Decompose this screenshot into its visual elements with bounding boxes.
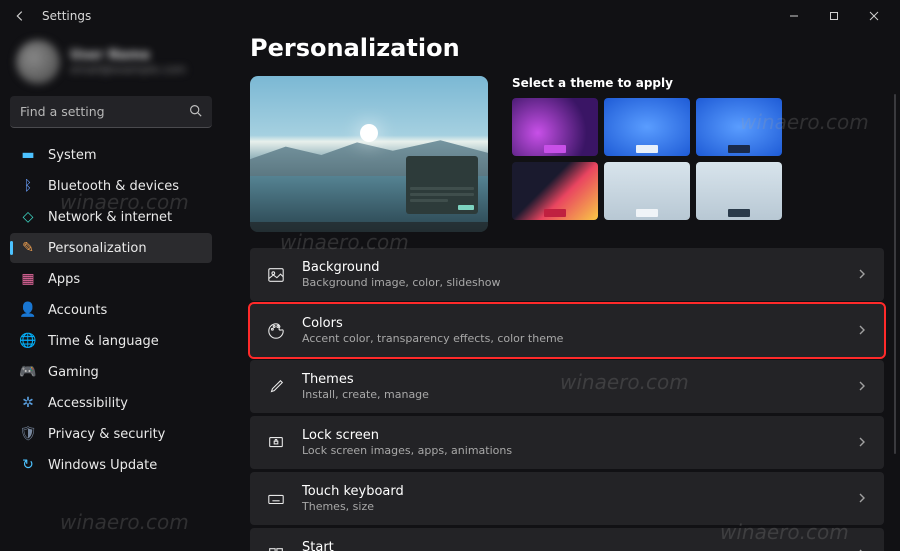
sidebar-item-windows-update[interactable]: ↻ Windows Update (10, 450, 212, 480)
maximize-button[interactable] (814, 2, 854, 30)
setting-subtitle: Themes, size (302, 500, 840, 513)
sidebar: User Name email@example.com ▬ System ᛒ B… (0, 32, 222, 551)
setting-subtitle: Lock screen images, apps, animations (302, 444, 840, 457)
search-icon (189, 102, 202, 121)
wifi-icon: ◇ (20, 209, 36, 225)
system-icon: ▬ (20, 147, 36, 163)
chevron-right-icon (856, 321, 868, 340)
update-icon: ↻ (20, 457, 36, 473)
sidebar-item-label: System (48, 148, 96, 163)
sidebar-item-apps[interactable]: ▦ Apps (10, 264, 212, 294)
theme-tile-2[interactable] (604, 98, 690, 156)
app-title: Settings (42, 9, 91, 23)
accessibility-icon: ✲ (20, 395, 36, 411)
titlebar: Settings (0, 0, 900, 32)
setting-colors[interactable]: Colors Accent color, transparency effect… (250, 304, 884, 357)
setting-subtitle: Install, create, manage (302, 388, 840, 401)
palette-icon (266, 322, 286, 340)
setting-title: Touch keyboard (302, 484, 840, 499)
globe-icon: 🌐 (20, 333, 36, 349)
search-box[interactable] (10, 96, 212, 128)
theme-tile-5[interactable] (604, 162, 690, 220)
user-name: User Name (70, 48, 186, 63)
scrollbar[interactable] (894, 94, 896, 454)
sidebar-item-privacy[interactable]: 🛡 Privacy & security (10, 419, 212, 449)
setting-title: Lock screen (302, 428, 840, 443)
sidebar-item-label: Network & internet (48, 210, 172, 225)
chevron-right-icon (856, 265, 868, 284)
sidebar-item-bluetooth[interactable]: ᛒ Bluetooth & devices (10, 171, 212, 201)
sidebar-item-label: Bluetooth & devices (48, 179, 179, 194)
setting-lock-screen[interactable]: Lock screen Lock screen images, apps, an… (250, 416, 884, 469)
sidebar-item-gaming[interactable]: 🎮 Gaming (10, 357, 212, 387)
sidebar-item-label: Personalization (48, 241, 147, 256)
sidebar-item-system[interactable]: ▬ System (10, 140, 212, 170)
setting-subtitle: Background image, color, slideshow (302, 276, 840, 289)
setting-title: Background (302, 260, 840, 275)
setting-title: Colors (302, 316, 840, 331)
setting-themes[interactable]: Themes Install, create, manage (250, 360, 884, 413)
user-account[interactable]: User Name email@example.com (10, 38, 212, 92)
apps-icon: ▦ (20, 271, 36, 287)
search-input[interactable] (20, 104, 189, 119)
sidebar-item-label: Accessibility (48, 396, 128, 411)
theme-tile-4[interactable] (512, 162, 598, 220)
nav: ▬ System ᛒ Bluetooth & devices ◇ Network… (10, 140, 212, 480)
user-email: email@example.com (70, 63, 186, 76)
avatar (16, 40, 60, 84)
brush-icon (266, 378, 286, 396)
sidebar-item-label: Accounts (48, 303, 107, 318)
close-button[interactable] (854, 2, 894, 30)
setting-background[interactable]: Background Background image, color, slid… (250, 248, 884, 301)
sidebar-item-label: Time & language (48, 334, 159, 349)
page-title: Personalization (250, 34, 884, 62)
sidebar-item-label: Gaming (48, 365, 99, 380)
sidebar-item-personalization[interactable]: ✎ Personalization (10, 233, 212, 263)
chevron-right-icon (856, 377, 868, 396)
sidebar-item-label: Privacy & security (48, 427, 165, 442)
lock-screen-icon (266, 434, 286, 452)
main-content: Personalization Select a theme to apply (222, 32, 900, 551)
sidebar-item-accounts[interactable]: 👤 Accounts (10, 295, 212, 325)
theme-tile-6[interactable] (696, 162, 782, 220)
desktop-preview (250, 76, 488, 232)
setting-title: Start (302, 540, 840, 551)
setting-subtitle: Accent color, transparency effects, colo… (302, 332, 840, 345)
theme-tile-3[interactable] (696, 98, 782, 156)
person-icon: 👤 (20, 302, 36, 318)
settings-list: Background Background image, color, slid… (250, 248, 884, 551)
chevron-right-icon (856, 489, 868, 508)
gamepad-icon: 🎮 (20, 364, 36, 380)
sidebar-item-label: Windows Update (48, 458, 157, 473)
theme-tile-1[interactable] (512, 98, 598, 156)
sidebar-item-time-language[interactable]: 🌐 Time & language (10, 326, 212, 356)
start-icon (266, 546, 286, 551)
image-icon (266, 266, 286, 284)
minimize-button[interactable] (774, 2, 814, 30)
sidebar-item-label: Apps (48, 272, 80, 287)
sidebar-item-network[interactable]: ◇ Network & internet (10, 202, 212, 232)
bluetooth-icon: ᛒ (20, 178, 36, 194)
setting-touch-keyboard[interactable]: Touch keyboard Themes, size (250, 472, 884, 525)
shield-icon: 🛡 (20, 426, 36, 442)
sidebar-item-accessibility[interactable]: ✲ Accessibility (10, 388, 212, 418)
setting-start[interactable]: Start Recent apps and items, folders (250, 528, 884, 551)
theme-section: Select a theme to apply (512, 76, 884, 232)
chevron-right-icon (856, 545, 868, 551)
chevron-right-icon (856, 433, 868, 452)
keyboard-icon (266, 490, 286, 508)
window-controls (774, 2, 894, 30)
back-button[interactable] (6, 2, 34, 30)
paintbrush-icon: ✎ (20, 240, 36, 256)
theme-heading: Select a theme to apply (512, 76, 884, 90)
setting-title: Themes (302, 372, 840, 387)
